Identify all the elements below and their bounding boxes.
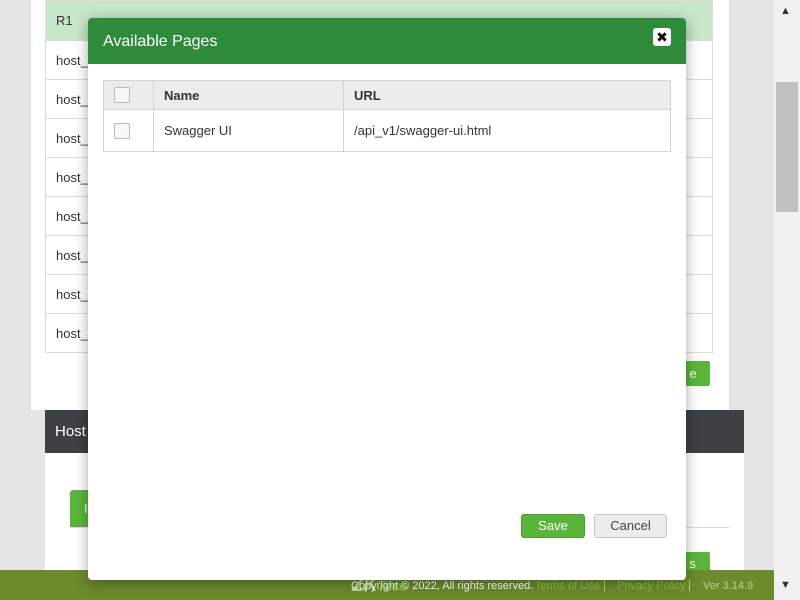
row-checkbox[interactable]: [114, 122, 130, 139]
column-header-name: Name: [153, 80, 344, 110]
cancel-button[interactable]: Cancel: [594, 514, 667, 538]
available-pages-modal: Available Pages ✖ Name URL Swagger UI /a…: [88, 18, 686, 580]
close-icon[interactable]: ✖: [653, 28, 671, 46]
save-button[interactable]: Save: [521, 514, 585, 538]
table-header-row: Name URL: [103, 80, 671, 110]
copyright-text: Copyright © 2022, All rights reserved.: [351, 580, 534, 592]
footer-divider: [604, 579, 605, 591]
pages-table: Name URL Swagger UI /api_v1/swagger-ui.h…: [103, 80, 671, 152]
table-row[interactable]: Swagger UI /api_v1/swagger-ui.html: [103, 109, 671, 152]
footer-divider: [689, 579, 690, 591]
scroll-down-arrow-icon[interactable]: ▼: [780, 579, 791, 591]
select-all-checkbox[interactable]: [114, 87, 130, 104]
modal-header: Available Pages ✖: [88, 18, 686, 64]
scroll-up-arrow-icon[interactable]: ▲: [780, 5, 791, 17]
page-name-cell: Swagger UI: [153, 109, 344, 152]
scroll-thumb[interactable]: [776, 82, 798, 212]
privacy-link[interactable]: Privacy Policy: [617, 580, 685, 592]
modal-title: Available Pages: [103, 33, 218, 50]
row-checkbox-cell: [103, 109, 154, 152]
terms-link[interactable]: Terms of Use: [535, 580, 600, 592]
version-text: Ver 3.14.9: [703, 580, 754, 592]
select-all-header: [103, 80, 154, 110]
column-header-url: URL: [343, 80, 671, 110]
page-url-cell: /api_v1/swagger-ui.html: [343, 109, 671, 152]
